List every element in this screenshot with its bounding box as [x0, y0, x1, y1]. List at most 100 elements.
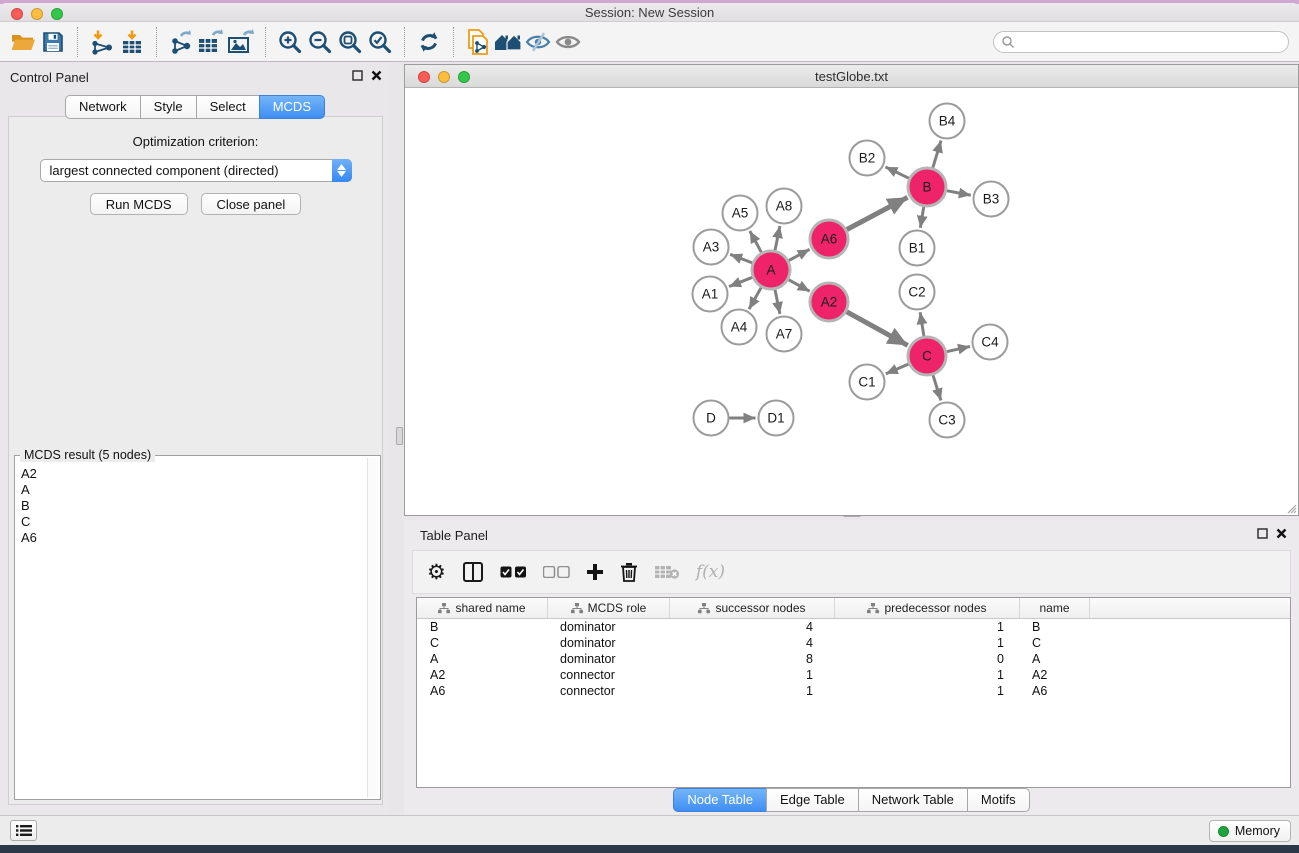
- graph-node-A6[interactable]: A6: [810, 220, 848, 258]
- graph-node-A2[interactable]: A2: [810, 283, 848, 321]
- vertical-splitter-handle[interactable]: [396, 427, 403, 445]
- graph-edge-A-A2[interactable]: [789, 280, 810, 292]
- zoom-fit-button[interactable]: [335, 25, 365, 59]
- graph-edge-C-C2[interactable]: [920, 312, 924, 336]
- graph-node-B3[interactable]: B3: [974, 182, 1009, 217]
- network-canvas[interactable]: A A1 A2 A3 A4 A5 A6 A7 A8 B B1 B2 B3 B4 C C1 C2 C3 C4 D D1: [405, 88, 1298, 515]
- graph-node-C2[interactable]: C2: [900, 275, 935, 310]
- graph-edge-C-C3[interactable]: [933, 375, 941, 400]
- graph-node-A4[interactable]: A4: [722, 310, 757, 345]
- graph-edge-A-A4[interactable]: [749, 287, 761, 309]
- graph-edge-B-B4[interactable]: [933, 141, 941, 168]
- graph-edge-A6-B[interactable]: [847, 197, 908, 229]
- graph-node-C[interactable]: C: [908, 337, 946, 375]
- float-panel-icon[interactable]: [1257, 528, 1268, 539]
- graph-edge-A-A8[interactable]: [775, 226, 780, 250]
- graph-edge-A-A7[interactable]: [775, 290, 780, 314]
- column-header-mcds-role[interactable]: MCDS role: [548, 598, 670, 618]
- export-network-button[interactable]: [166, 25, 196, 59]
- delete-table-button[interactable]: [654, 557, 680, 587]
- task-history-button[interactable]: [10, 820, 37, 841]
- table-row[interactable]: Adominator80A: [417, 651, 1290, 667]
- graph-edge-A-A3[interactable]: [730, 254, 752, 263]
- import-network-button[interactable]: [87, 25, 117, 59]
- column-header-name[interactable]: name: [1020, 598, 1090, 618]
- close-panel-icon[interactable]: [371, 70, 382, 81]
- graph-node-A5[interactable]: A5: [723, 196, 758, 231]
- tab-style[interactable]: Style: [140, 95, 197, 119]
- tab-mcds[interactable]: MCDS: [259, 95, 325, 119]
- graph-edge-C-C4[interactable]: [947, 346, 970, 351]
- zoom-out-button[interactable]: [305, 25, 335, 59]
- result-scrollbar[interactable]: [367, 458, 378, 797]
- graph-node-A8[interactable]: A8: [767, 189, 802, 224]
- graph-node-B2[interactable]: B2: [850, 141, 885, 176]
- graph-node-A1[interactable]: A1: [693, 277, 728, 312]
- select-all-button[interactable]: [500, 557, 527, 587]
- column-header-successor-nodes[interactable]: successor nodes: [670, 598, 835, 618]
- graph-edge-B-B1[interactable]: [920, 207, 923, 228]
- graph-node-B1[interactable]: B1: [900, 231, 935, 266]
- graph-edge-A-A5[interactable]: [750, 231, 762, 252]
- open-session-button[interactable]: [8, 25, 38, 59]
- result-item[interactable]: A6: [18, 530, 365, 546]
- graph-node-C1[interactable]: C1: [850, 365, 885, 400]
- graph-node-B[interactable]: B: [908, 168, 946, 206]
- table-tab-edge-table[interactable]: Edge Table: [766, 788, 859, 812]
- zoom-selected-button[interactable]: [365, 25, 395, 59]
- resize-grip[interactable]: [1284, 501, 1297, 514]
- graph-edge-B-B3[interactable]: [947, 191, 971, 196]
- graph-node-A3[interactable]: A3: [694, 230, 729, 265]
- graph-edge-A-A1[interactable]: [729, 277, 752, 286]
- search-input[interactable]: [993, 31, 1289, 53]
- memory-button[interactable]: Memory: [1209, 820, 1291, 842]
- close-panel-icon[interactable]: [1276, 528, 1287, 539]
- table-settings-button[interactable]: ⚙: [427, 557, 446, 587]
- table-row[interactable]: Bdominator41B: [417, 619, 1290, 635]
- result-item[interactable]: A2: [18, 466, 365, 482]
- graph-edge-C-C1[interactable]: [886, 364, 909, 374]
- graph-node-A7[interactable]: A7: [767, 317, 802, 352]
- graph-node-D1[interactable]: D1: [759, 401, 794, 436]
- column-header-predecessor-nodes[interactable]: predecessor nodes: [835, 598, 1020, 618]
- graph-node-B4[interactable]: B4: [930, 104, 965, 139]
- mcds-result-list[interactable]: A2ABCA6: [18, 466, 365, 796]
- function-builder-button[interactable]: f(x): [696, 557, 725, 587]
- graph-node-C4[interactable]: C4: [973, 325, 1008, 360]
- tab-network[interactable]: Network: [65, 95, 141, 119]
- graph-node-D[interactable]: D: [694, 401, 729, 436]
- import-table-button[interactable]: [117, 25, 147, 59]
- table-row[interactable]: A6connector11A6: [417, 683, 1290, 699]
- float-panel-icon[interactable]: [352, 70, 363, 81]
- column-header-shared-name[interactable]: shared name: [417, 598, 548, 618]
- deselect-all-button[interactable]: [543, 557, 570, 587]
- table-row[interactable]: Cdominator41C: [417, 635, 1290, 651]
- show-columns-button[interactable]: [462, 557, 484, 587]
- tab-select[interactable]: Select: [196, 95, 260, 119]
- zoom-in-button[interactable]: [275, 25, 305, 59]
- delete-row-button[interactable]: [620, 557, 638, 587]
- table-row[interactable]: A2connector11A2: [417, 667, 1290, 683]
- graph-edge-A2-C[interactable]: [847, 312, 908, 346]
- clone-network-button[interactable]: [463, 25, 493, 59]
- birdseye-button[interactable]: [553, 25, 583, 59]
- result-item[interactable]: B: [18, 498, 365, 514]
- graph-node-A[interactable]: A: [752, 251, 790, 289]
- table-tab-network-table[interactable]: Network Table: [858, 788, 968, 812]
- result-item[interactable]: C: [18, 514, 365, 530]
- houses-button[interactable]: [493, 25, 523, 59]
- refresh-button[interactable]: [414, 25, 444, 59]
- add-row-button[interactable]: [586, 557, 604, 587]
- table-tab-motifs[interactable]: Motifs: [967, 788, 1030, 812]
- run-mcds-button[interactable]: Run MCDS: [90, 193, 188, 215]
- graph-edge-B-B2[interactable]: [885, 167, 909, 178]
- result-item[interactable]: A: [18, 482, 365, 498]
- graph-edge-A-A6[interactable]: [789, 249, 810, 260]
- save-session-button[interactable]: [38, 25, 68, 59]
- optimization-dropdown[interactable]: largest connected component (directed): [40, 159, 352, 182]
- graph-node-C3[interactable]: C3: [930, 403, 965, 438]
- close-panel-button[interactable]: Close panel: [201, 193, 302, 215]
- table-tab-node-table[interactable]: Node Table: [673, 788, 767, 812]
- graphics-details-button[interactable]: [523, 25, 553, 59]
- export-table-button[interactable]: [196, 25, 226, 59]
